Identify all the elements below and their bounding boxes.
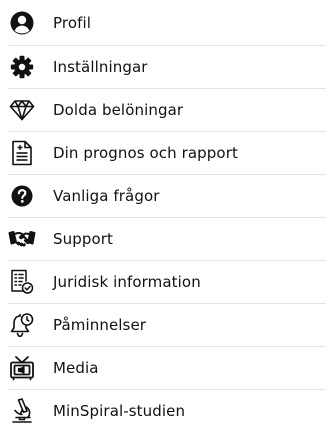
menu-item-installningar[interactable]: Inställningar <box>8 45 326 88</box>
document-icon <box>8 139 36 167</box>
menu-item-label: Vanliga frågor <box>53 186 160 205</box>
menu-item-label: Media <box>53 358 99 377</box>
menu-item-label: Din prognos och rapport <box>53 143 238 162</box>
gear-icon <box>8 53 36 81</box>
menu-item-label: Juridisk information <box>53 272 201 291</box>
menu-item-label: MinSpiral-studien <box>53 401 186 420</box>
menu-item-paminnelser[interactable]: Påminnelser <box>8 303 326 346</box>
menu-item-label: Inställningar <box>53 57 148 76</box>
menu-item-minspiral[interactable]: MinSpiral-studien <box>8 389 326 432</box>
menu-item-label: Påminnelser <box>53 315 147 334</box>
menu-item-label: Dolda belöningar <box>53 100 184 119</box>
menu-item-label: Profil <box>53 13 92 32</box>
menu-item-support[interactable]: Support <box>8 217 326 260</box>
legal-document-icon <box>8 268 36 296</box>
user-circle-icon <box>8 9 36 37</box>
menu-item-media[interactable]: Media <box>8 346 326 389</box>
microscope-icon <box>8 397 36 425</box>
menu-item-prognos[interactable]: Din prognos och rapport <box>8 131 326 174</box>
tv-icon <box>8 354 36 382</box>
menu-item-vanliga-fragor[interactable]: Vanliga frågor <box>8 174 326 217</box>
question-icon <box>8 182 36 210</box>
menu-item-profil[interactable]: Profil <box>8 0 326 45</box>
bell-clock-icon <box>8 311 36 339</box>
diamond-icon <box>8 96 36 124</box>
menu-item-juridisk[interactable]: Juridisk information <box>8 260 326 303</box>
menu-item-label: Support <box>53 229 113 248</box>
settings-menu: Profil Inställningar Dolda belöningar Di… <box>0 0 334 432</box>
handshake-icon <box>8 225 36 253</box>
menu-item-dolda-beloningar[interactable]: Dolda belöningar <box>8 88 326 131</box>
